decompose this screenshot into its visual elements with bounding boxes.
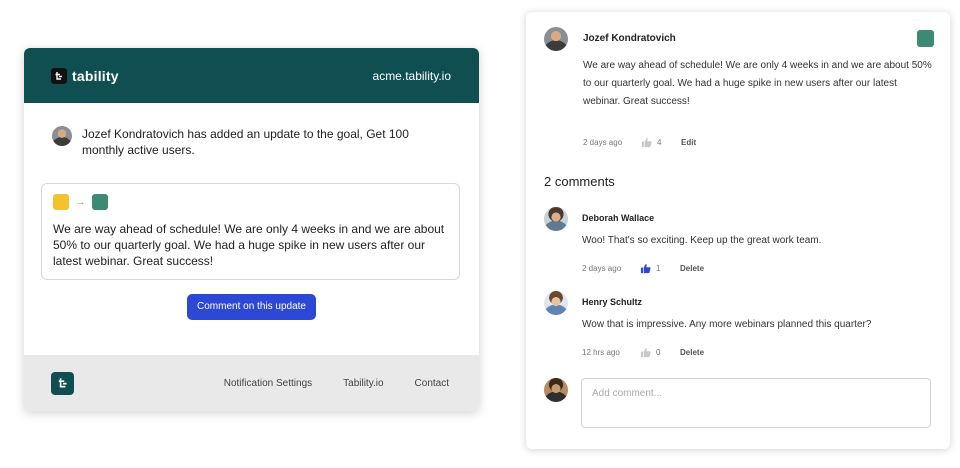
tability-logo-icon[interactable] (51, 371, 74, 395)
comment-text: Wow that is impressive. Any more webinar… (582, 319, 872, 330)
email-body: Jozef Kondratovich has added an update t… (24, 103, 479, 320)
contact-link[interactable]: Contact (415, 378, 449, 389)
avatar (544, 207, 568, 231)
comments-count-heading: 2 comments (544, 174, 615, 189)
workspace-domain[interactable]: acme.tability.io (373, 69, 451, 83)
timestamp: 2 days ago (582, 264, 622, 273)
update-box: → We are way ahead of schedule! We are o… (41, 183, 460, 280)
comment-item: Henry Schultz Wow that is impressive. An… (544, 291, 934, 361)
comment-meta: 2 days ago 1 Delete (582, 263, 704, 274)
email-notification-card: tability acme.tability.io Jozef Kondrato… (24, 48, 479, 411)
add-comment-input[interactable] (581, 378, 931, 428)
update-comments-panel: Jozef Kondratovich We are way ahead of s… (526, 12, 950, 449)
avatar (52, 126, 72, 146)
thumbs-up-icon (640, 348, 651, 358)
brand[interactable]: tability (51, 67, 119, 84)
timestamp: 12 hrs ago (582, 348, 620, 357)
email-footer: Notification Settings Tability.io Contac… (24, 355, 479, 411)
footer-links: Notification Settings Tability.io Contac… (224, 378, 449, 389)
like-count: 1 (656, 264, 661, 273)
comment-author: Henry Schultz (582, 297, 643, 307)
avatar (544, 291, 568, 315)
status-change: → (53, 194, 448, 210)
delete-button[interactable]: Delete (680, 264, 704, 273)
tability-logo-icon (51, 67, 67, 84)
post-author: Jozef Kondratovich (583, 33, 676, 44)
status-to-square (92, 194, 108, 210)
comment-on-update-button[interactable]: Comment on this update (187, 294, 316, 320)
tability-link[interactable]: Tability.io (343, 378, 383, 389)
avatar (544, 27, 568, 51)
comment-meta: 12 hrs ago 0 Delete (582, 347, 704, 358)
arrow-right-icon: → (75, 196, 86, 208)
like-button[interactable]: 4 (641, 137, 681, 148)
post-meta: 2 days ago 4 Edit (583, 137, 696, 148)
like-count: 4 (657, 138, 662, 147)
status-from-square (53, 194, 69, 210)
thumbs-up-icon (641, 138, 652, 148)
comment-text: Woo! That's so exciting. Keep up the gre… (582, 235, 822, 246)
like-button[interactable]: 0 (640, 347, 680, 358)
comment-author: Deborah Wallace (582, 213, 655, 223)
notification-settings-link[interactable]: Notification Settings (224, 378, 312, 389)
email-header: tability acme.tability.io (24, 48, 479, 103)
avatar (544, 378, 568, 402)
update-body-text: We are way ahead of schedule! We are onl… (53, 222, 445, 268)
timestamp: 2 days ago (583, 138, 623, 147)
like-count: 0 (656, 348, 661, 357)
comment-item: Deborah Wallace Woo! That's so exciting.… (544, 207, 934, 277)
status-badge (917, 30, 934, 47)
brand-name: tability (72, 67, 119, 84)
edit-button[interactable]: Edit (681, 138, 696, 147)
thumbs-up-icon (640, 264, 651, 274)
update-summary-text: Jozef Kondratovich has added an update t… (82, 127, 409, 157)
like-button[interactable]: 1 (640, 263, 680, 274)
delete-button[interactable]: Delete (680, 348, 704, 357)
post-text: We are way ahead of schedule! We are onl… (583, 60, 932, 107)
update-summary: Jozef Kondratovich has added an update t… (52, 126, 451, 158)
